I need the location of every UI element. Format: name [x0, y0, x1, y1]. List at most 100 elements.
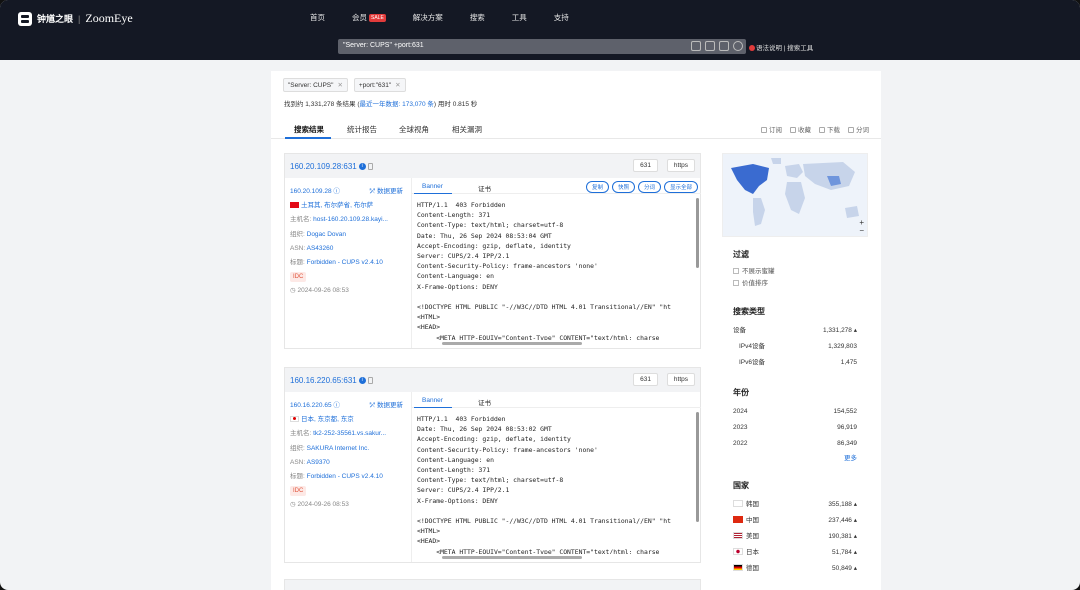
type-row-ipv6[interactable]: IPv6设备 1,475: [722, 355, 868, 371]
data-update-button[interactable]: ⤱ 数据更新: [370, 399, 403, 413]
syntax-help-link[interactable]: 语法说明 | 搜索工具: [749, 42, 813, 52]
type-count: 1,331,278: [823, 327, 852, 334]
snapshot-button[interactable]: 快照: [611, 181, 635, 193]
result-tabs: 搜索结果 统计报告 全球视角 相关漏洞 订阅 收藏 下载 分词: [271, 117, 881, 139]
port-badge[interactable]: 631: [633, 373, 658, 386]
info-icon[interactable]: i: [358, 377, 366, 384]
star-icon: [790, 127, 796, 133]
year-row[interactable]: 2024 154,552: [722, 404, 868, 420]
service-badge[interactable]: https: [666, 159, 695, 172]
org-value[interactable]: SAKURA Internet Inc.: [307, 445, 370, 452]
query-chips: "Server: CUPS" ✕ +port:"631" ✕: [283, 78, 406, 92]
copy-button[interactable]: 复制: [585, 181, 609, 193]
show-all-button[interactable]: 显示全部: [663, 181, 698, 193]
location-link[interactable]: 日本, 东京都, 东京: [301, 416, 354, 423]
country-row[interactable]: 中国 237,446 ▴: [722, 513, 868, 529]
tab-global-view[interactable]: 全球视角: [399, 124, 429, 135]
top-navbar: 钟馗之眼 | ZoomEye 首页 会员 SALE 解决方案 搜索 工具 支持 …: [0, 0, 1080, 60]
port-badge[interactable]: 631: [633, 159, 658, 172]
host-ip-link[interactable]: 160.20.109.28: [290, 188, 332, 195]
tab-banner[interactable]: Banner: [422, 397, 443, 404]
nav-home[interactable]: 首页: [310, 12, 325, 23]
search-input[interactable]: "Server: CUPS" +port:631: [338, 39, 746, 54]
download-button[interactable]: 下载: [819, 124, 840, 134]
world-map[interactable]: + −: [722, 153, 868, 237]
file-search-icon[interactable]: [705, 41, 715, 51]
checkbox-icon: [733, 268, 739, 274]
ip-port-label: 160.20.109.28:631: [290, 162, 357, 171]
ip-info-icon[interactable]: ⓘ: [332, 402, 340, 409]
value-sort-label: 价值排序: [742, 280, 768, 287]
country-row[interactable]: 韩国 355,188 ▴: [722, 497, 868, 513]
zoom-out-icon[interactable]: −: [859, 226, 864, 235]
result-ip-port[interactable]: 160.20.109.28:631 i: [290, 162, 373, 171]
country-row[interactable]: 日本 51,784 ▴: [722, 545, 868, 561]
brand-name-cn: 钟馗之眼: [37, 14, 74, 24]
year-row[interactable]: 2023 96,919: [722, 420, 868, 436]
nav-solutions[interactable]: 解决方案: [413, 12, 443, 23]
org-label: 组织:: [290, 230, 307, 238]
vertical-scrollbar[interactable]: [696, 412, 699, 522]
year-row[interactable]: 2022 86,349: [722, 436, 868, 452]
idc-tag[interactable]: IDC: [290, 272, 307, 283]
honeypot-filter-checkbox[interactable]: 不展示蜜罐: [722, 266, 868, 278]
org-value[interactable]: Dogac Dovan: [307, 231, 346, 238]
query-chip-label: "Server: CUPS": [288, 82, 334, 89]
image-search-icon[interactable]: [691, 41, 701, 51]
subscribe-button[interactable]: 订阅: [761, 124, 782, 134]
query-chip[interactable]: "Server: CUPS" ✕: [283, 78, 348, 92]
tab-certificate[interactable]: 证书: [478, 397, 491, 407]
nav-membership[interactable]: 会员 SALE: [352, 12, 386, 23]
host-ip-link[interactable]: 160.16.220.65: [290, 402, 332, 409]
brand-logo[interactable]: 钟馗之眼 | ZoomEye: [18, 11, 133, 26]
scan-icon[interactable]: [719, 41, 729, 51]
more-link[interactable]: 更多: [722, 452, 868, 462]
nav-support[interactable]: 支持: [554, 12, 569, 23]
favorite-button[interactable]: 收藏: [790, 124, 811, 134]
copy-icon[interactable]: [367, 377, 373, 384]
tab-statistics[interactable]: 统计报告: [347, 124, 377, 135]
result-ip-port[interactable]: 160.16.220.65:631 i: [290, 376, 373, 385]
tokenize-button[interactable]: 分词: [848, 124, 869, 134]
nav-tools[interactable]: 工具: [512, 12, 527, 23]
recent-year-link[interactable]: 最近一年数据: 173,070 条: [360, 101, 434, 108]
tab-banner[interactable]: Banner: [422, 183, 443, 190]
data-update-button[interactable]: ⤱ 数据更新: [370, 185, 403, 199]
hostname-label: 主机名:: [290, 430, 314, 438]
type-row-ipv4[interactable]: IPv4设备 1,329,803: [722, 339, 868, 355]
hostname-value[interactable]: tk2-252-35561.vs.sakur...: [313, 430, 386, 437]
tokenize-banner-button[interactable]: 分词: [637, 181, 661, 193]
service-badge[interactable]: https: [666, 373, 695, 386]
horizontal-scrollbar[interactable]: [442, 342, 582, 345]
type-row-device[interactable]: 设备 1,331,278 ▴: [722, 323, 868, 339]
country-row[interactable]: 美国 190,381 ▴: [722, 529, 868, 545]
tab-search-results[interactable]: 搜索结果: [294, 124, 324, 135]
tokenize-icon: [848, 127, 854, 133]
tab-certificate[interactable]: 证书: [478, 183, 491, 193]
vertical-scrollbar[interactable]: [696, 198, 699, 268]
asn-label: ASN:: [290, 244, 307, 252]
search-icon[interactable]: [733, 41, 743, 51]
horizontal-scrollbar[interactable]: [442, 556, 582, 559]
hostname-value[interactable]: host-160.20.109.28.kayi...: [313, 216, 388, 223]
summary-prefix: 找到约 1,331,278 条结果 (: [284, 101, 360, 108]
info-icon[interactable]: i: [358, 163, 366, 170]
filter-sidebar: + − 过滤 不展示蜜罐 价值排序 搜索类型 设备 1,331,278 ▴ IPv…: [722, 153, 868, 577]
country-count: 237,446: [828, 517, 852, 524]
value-sort-checkbox[interactable]: 价值排序: [722, 278, 868, 290]
asn-value[interactable]: AS9370: [307, 459, 330, 466]
close-icon[interactable]: ✕: [337, 82, 342, 89]
title-value[interactable]: Forbidden - CUPS v2.4.10: [307, 259, 383, 266]
title-value[interactable]: Forbidden - CUPS v2.4.10: [307, 473, 383, 480]
tab-related-vulns[interactable]: 相关漏洞: [452, 124, 482, 135]
ip-info-icon[interactable]: ⓘ: [332, 188, 340, 195]
query-chip[interactable]: +port:"631" ✕: [353, 78, 406, 92]
nav-search[interactable]: 搜索: [470, 12, 485, 23]
copy-icon[interactable]: [367, 163, 373, 170]
asn-value[interactable]: AS43260: [307, 245, 334, 252]
year-title: 年份: [733, 388, 749, 397]
idc-tag[interactable]: IDC: [290, 486, 307, 497]
country-row[interactable]: 德国 50,849 ▴: [722, 561, 868, 577]
location-link[interactable]: 土耳其, 布尔萨省, 布尔萨: [301, 202, 373, 209]
close-icon[interactable]: ✕: [395, 82, 400, 89]
